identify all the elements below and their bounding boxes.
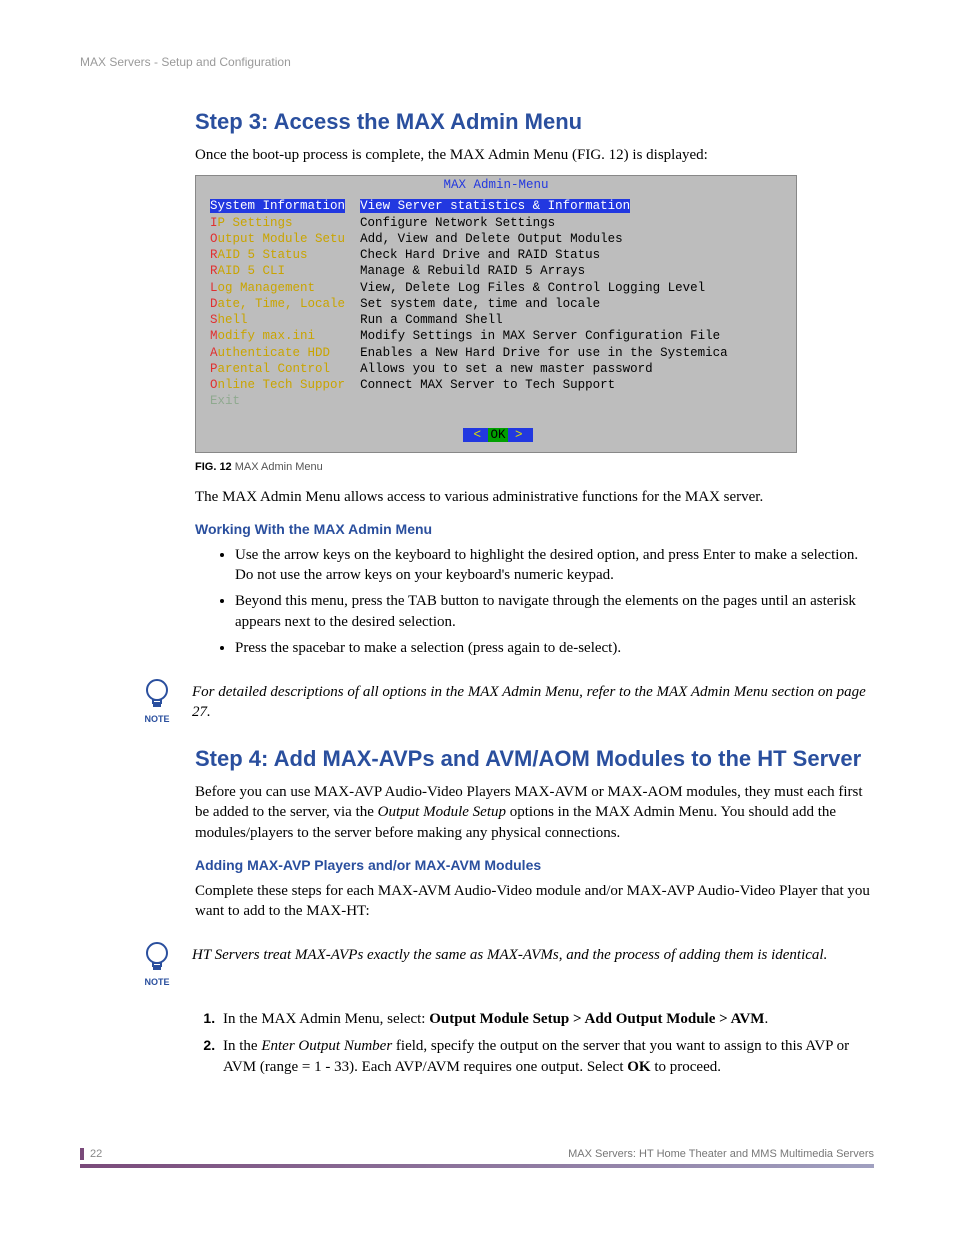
step4-p2: Complete these steps for each MAX-AVM Au…	[195, 881, 874, 922]
menu-item-exit[interactable]: Exit	[210, 393, 786, 409]
note-label: NOTE	[144, 714, 169, 724]
figure-caption: FIG. 12 MAX Admin Menu	[195, 461, 874, 473]
page-number: 22	[80, 1148, 102, 1160]
menu-item[interactable]: Modify max.ini Modify Settings in MAX Se…	[210, 328, 786, 344]
step3-subheading: Working With the MAX Admin Menu	[195, 521, 874, 537]
step4-subheading: Adding MAX-AVP Players and/or MAX-AVM Mo…	[195, 857, 874, 873]
note-label: NOTE	[144, 977, 169, 987]
step3-after-fig: The MAX Admin Menu allows access to vari…	[195, 487, 874, 507]
step3-note-text: For detailed descriptions of all options…	[192, 676, 874, 723]
menu-item[interactable]: System Information View Server statistic…	[210, 198, 786, 214]
note-icon: NOTE	[140, 939, 174, 987]
footer-doc-title: MAX Servers: HT Home Theater and MMS Mul…	[568, 1148, 874, 1160]
menu-item[interactable]: Shell Run a Command Shell	[210, 312, 786, 328]
step4-note-text: HT Servers treat MAX-AVPs exactly the sa…	[192, 939, 827, 965]
step4-ordered-list: In the MAX Admin Menu, select: Output Mo…	[195, 1009, 874, 1078]
ok-button[interactable]: < OK >	[463, 428, 532, 442]
menu-item[interactable]: RAID 5 Status Check Hard Drive and RAID …	[210, 247, 786, 263]
running-header: MAX Servers - Setup and Configuration	[80, 55, 874, 69]
list-item: Use the arrow keys on the keyboard to hi…	[235, 545, 874, 586]
menu-item[interactable]: Online Tech Suppor Connect MAX Server to…	[210, 377, 786, 393]
menu-item[interactable]: Parental Control Allows you to set a new…	[210, 361, 786, 377]
note-icon: NOTE	[140, 676, 174, 724]
menu-item[interactable]: Log Management View, Delete Log Files & …	[210, 280, 786, 296]
figure-text: MAX Admin Menu	[235, 461, 323, 473]
menu-item[interactable]: Output Module Setu Add, View and Delete …	[210, 231, 786, 247]
figure-number: FIG. 12	[195, 461, 232, 473]
terminal-title: MAX Admin-Menu	[196, 176, 796, 192]
step4-p1: Before you can use MAX-AVP Audio-Video P…	[195, 782, 874, 843]
terminal-figure: MAX Admin-Menu System Information View S…	[195, 175, 797, 452]
step3-bullets: Use the arrow keys on the keyboard to hi…	[235, 545, 874, 658]
menu-item[interactable]: Authenticate HDD Enables a New Hard Driv…	[210, 345, 786, 361]
page-footer: 22 MAX Servers: HT Home Theater and MMS …	[80, 1148, 874, 1168]
menu-item[interactable]: IP Settings Configure Network Settings	[210, 215, 786, 231]
list-item: In the Enter Output Number field, specif…	[219, 1036, 874, 1078]
list-item: Press the spacebar to make a selection (…	[235, 638, 874, 658]
step4-title: Step 4: Add MAX-AVPs and AVM/AOM Modules…	[195, 746, 874, 772]
step3-intro: Once the boot-up process is complete, th…	[195, 145, 874, 165]
list-item: In the MAX Admin Menu, select: Output Mo…	[219, 1009, 874, 1030]
menu-item[interactable]: Date, Time, Locale Set system date, time…	[210, 296, 786, 312]
list-item: Beyond this menu, press the TAB button t…	[235, 591, 874, 632]
step3-title: Step 3: Access the MAX Admin Menu	[195, 109, 874, 135]
menu-item[interactable]: RAID 5 CLI Manage & Rebuild RAID 5 Array…	[210, 263, 786, 279]
